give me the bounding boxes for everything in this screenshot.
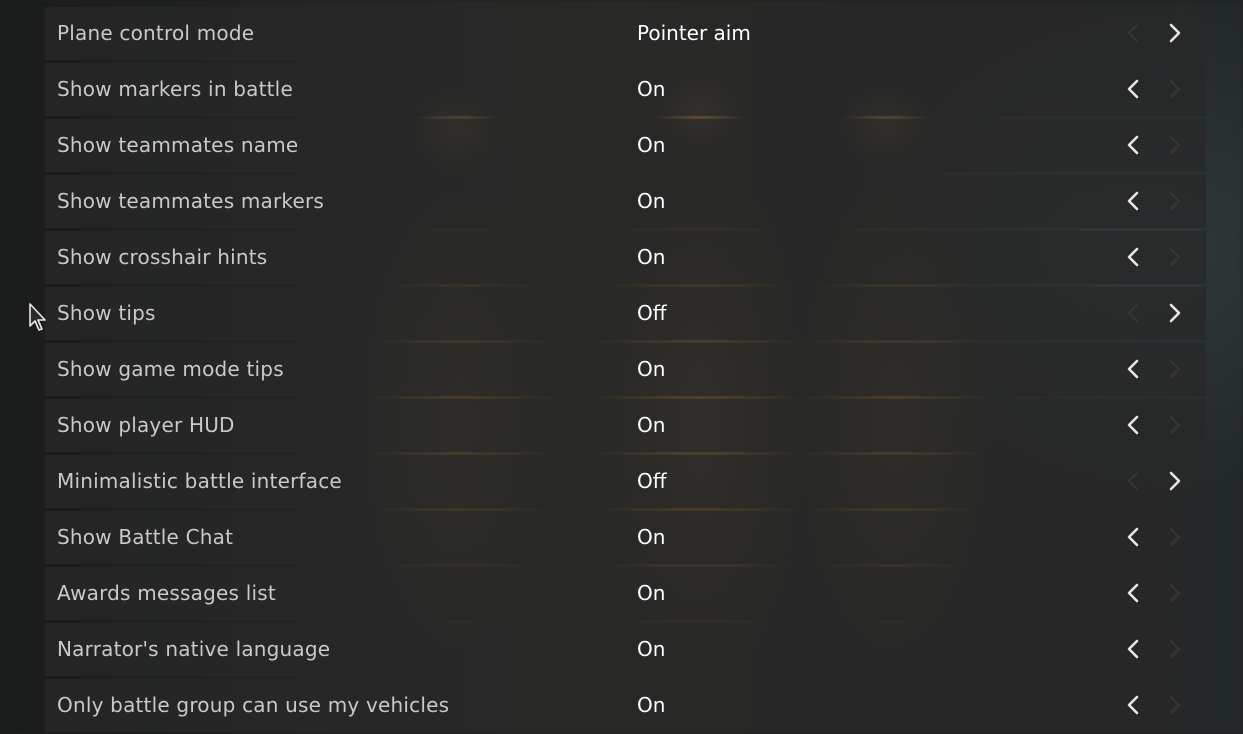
setting-row[interactable]: Narrator's native language On [45, 623, 1206, 676]
setting-row[interactable]: Show crosshair hints On [45, 231, 1206, 284]
chevron-left-icon[interactable] [1123, 526, 1145, 548]
setting-row[interactable]: Plane control mode Pointer aim [45, 7, 1206, 60]
setting-row[interactable]: Show tips Off [45, 287, 1206, 340]
setting-value: Off [637, 301, 667, 325]
setting-label: Show player HUD [57, 413, 235, 437]
setting-label: Plane control mode [57, 21, 255, 45]
setting-label: Narrator's native language [57, 637, 331, 661]
chevron-left-icon[interactable] [1123, 358, 1145, 380]
setting-label: Show teammates markers [57, 189, 325, 213]
setting-value: On [637, 525, 666, 549]
setting-value: On [637, 189, 666, 213]
chevron-right-icon [1163, 694, 1185, 716]
mouse-pointer-icon [28, 302, 48, 332]
chevron-left-icon [1123, 470, 1145, 492]
setting-value: On [637, 357, 666, 381]
chevron-left-icon[interactable] [1123, 582, 1145, 604]
chevron-right-icon [1163, 638, 1185, 660]
chevron-left-icon[interactable] [1123, 414, 1145, 436]
setting-row[interactable]: Show Battle Chat On [45, 511, 1206, 564]
setting-row[interactable]: Show teammates name On [45, 119, 1206, 172]
setting-label: Show teammates name [57, 133, 299, 157]
setting-value: On [637, 133, 666, 157]
chevron-right-icon [1163, 134, 1185, 156]
setting-value: On [637, 77, 666, 101]
setting-label: Only battle group can use my vehicles [57, 693, 450, 717]
chevron-left-icon[interactable] [1123, 638, 1145, 660]
chevron-right-icon [1163, 526, 1185, 548]
chevron-left-icon[interactable] [1123, 694, 1145, 716]
chevron-right-icon [1163, 358, 1185, 380]
setting-label: Show game mode tips [57, 357, 284, 381]
chevron-left-icon[interactable] [1123, 190, 1145, 212]
setting-label: Minimalistic battle interface [57, 469, 342, 493]
setting-value: Off [637, 469, 667, 493]
setting-row[interactable]: Show teammates markers On [45, 175, 1206, 228]
chevron-left-icon[interactable] [1123, 78, 1145, 100]
setting-row[interactable]: Show player HUD On [45, 399, 1206, 452]
setting-value: On [637, 581, 666, 605]
chevron-right-icon [1163, 246, 1185, 268]
chevron-left-icon [1123, 302, 1145, 324]
chevron-left-icon[interactable] [1123, 134, 1145, 156]
setting-value: On [637, 637, 666, 661]
chevron-left-icon[interactable] [1123, 246, 1145, 268]
setting-value: Pointer aim [637, 21, 751, 45]
setting-row[interactable]: Awards messages list On [45, 567, 1206, 620]
chevron-right-icon [1163, 582, 1185, 604]
chevron-right-icon [1163, 414, 1185, 436]
setting-label: Show tips [57, 301, 156, 325]
chevron-right-icon[interactable] [1163, 302, 1185, 324]
setting-row[interactable]: Minimalistic battle interface Off [45, 455, 1206, 508]
setting-label: Show markers in battle [57, 77, 293, 101]
chevron-right-icon[interactable] [1163, 470, 1185, 492]
chevron-right-icon [1163, 190, 1185, 212]
setting-label: Awards messages list [57, 581, 276, 605]
setting-value: On [637, 245, 666, 269]
chevron-right-icon[interactable] [1163, 22, 1185, 44]
setting-value: On [637, 693, 666, 717]
setting-row[interactable]: Show markers in battle On [45, 63, 1206, 116]
setting-label: Show crosshair hints [57, 245, 268, 269]
setting-row[interactable]: Only battle group can use my vehicles On [45, 679, 1206, 732]
chevron-left-icon [1123, 22, 1145, 44]
setting-row[interactable]: Show game mode tips On [45, 343, 1206, 396]
chevron-right-icon [1163, 78, 1185, 100]
setting-value: On [637, 413, 666, 437]
setting-label: Show Battle Chat [57, 525, 234, 549]
